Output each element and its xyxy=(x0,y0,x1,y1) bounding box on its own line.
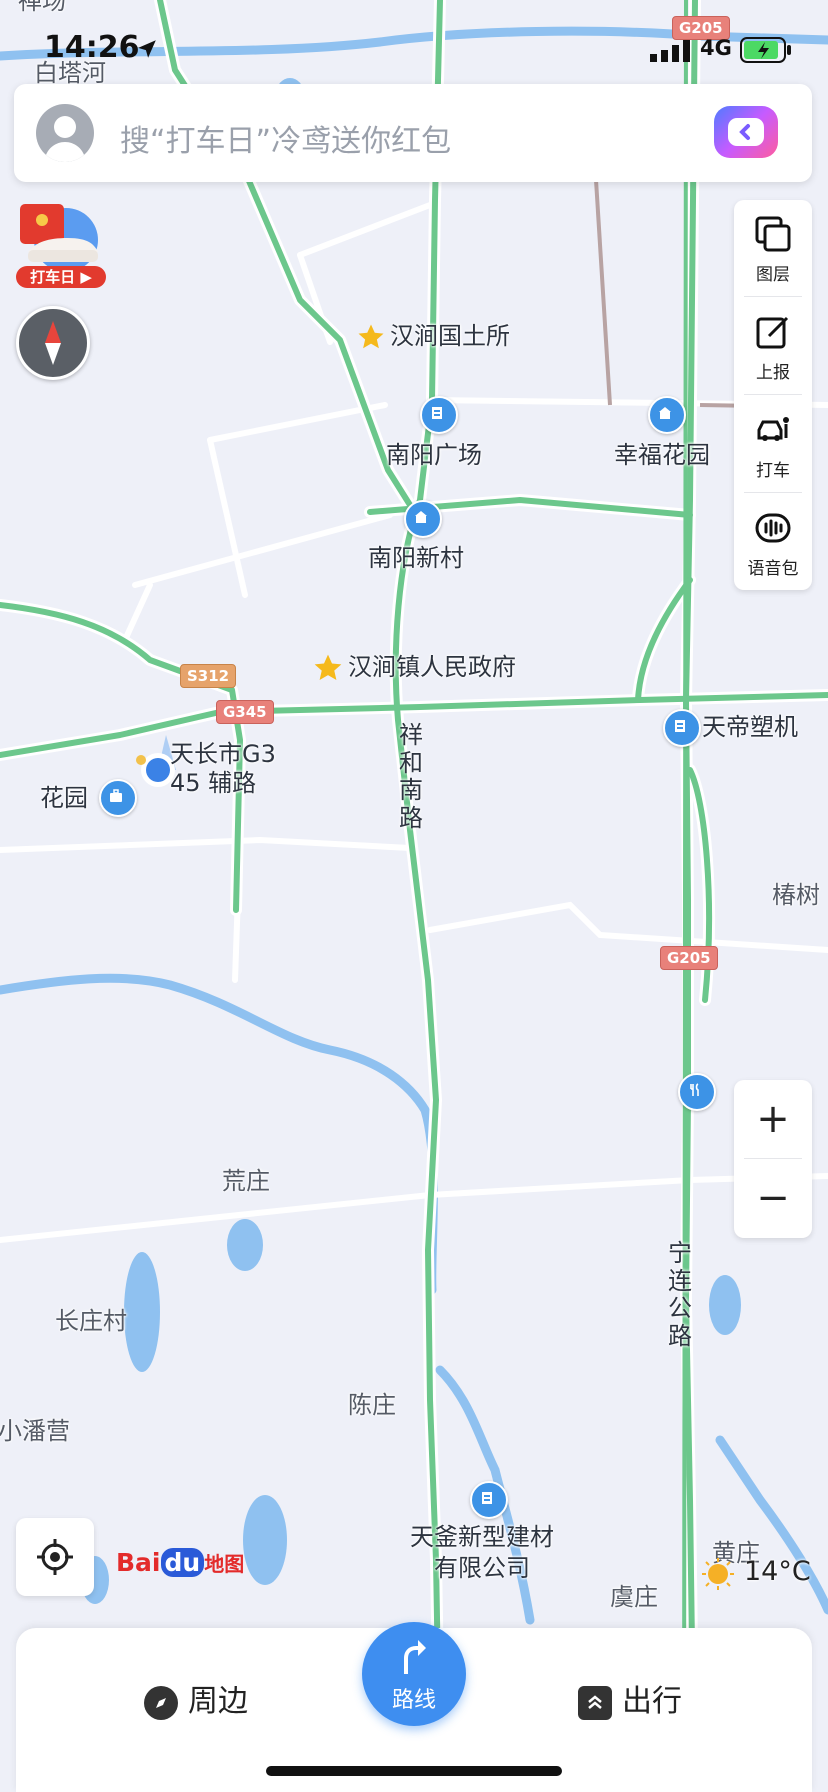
map-toolbar: 图层 上报 打车 语音包 xyxy=(734,200,812,590)
briefcase-icon[interactable] xyxy=(99,779,137,817)
zoom-in-button[interactable]: + xyxy=(734,1080,812,1158)
place-label-top-clip2: 禅场 xyxy=(18,0,66,15)
poi-building-icon[interactable] xyxy=(470,1481,508,1519)
poi-residence-icon[interactable] xyxy=(404,500,442,538)
voice-pack-icon xyxy=(755,513,791,543)
sun-icon xyxy=(702,1558,734,1590)
current-location-line1: 天长市G3 xyxy=(170,740,276,768)
layers-icon xyxy=(755,216,791,252)
poi-building-icon[interactable] xyxy=(663,709,701,747)
zoom-control: + − xyxy=(734,1080,812,1238)
tab-travel[interactable]: 出行 xyxy=(578,1676,682,1720)
route-button[interactable]: 路线 xyxy=(362,1622,466,1726)
poi-label-tianfu-company[interactable]: 天釜新型建材 有限公司 xyxy=(410,1522,554,1584)
poi-label-nanyang-square[interactable]: 南阳广场 xyxy=(386,440,482,470)
compass-button[interactable] xyxy=(16,306,90,380)
star-icon xyxy=(358,324,384,349)
poi-building-icon[interactable] xyxy=(420,396,458,434)
logo-part1: Bai xyxy=(116,1548,161,1577)
home-indicator[interactable] xyxy=(266,1766,562,1776)
locate-me-button[interactable] xyxy=(16,1518,94,1596)
poi-label-land-office[interactable]: 汉涧国土所 xyxy=(390,321,510,351)
current-location-line2: 45 辅路 xyxy=(170,768,257,797)
layers-button[interactable]: 图层 xyxy=(734,200,812,296)
baidu-map-logo: Bai du 地图 xyxy=(116,1548,244,1577)
logo-part2: du xyxy=(160,1548,205,1577)
poi-label-garden[interactable]: 花园 xyxy=(40,783,88,813)
voice-pack-label: 语音包 xyxy=(747,559,799,579)
company-line2: 有限公司 xyxy=(434,1554,530,1583)
taxi-day-promo[interactable]: 打车日 ▶ xyxy=(16,200,106,290)
current-location-label: 天长市G3 45 辅路 xyxy=(170,740,276,798)
logo-part3: 地图 xyxy=(204,1552,245,1576)
tab-nearby-label: 周边 xyxy=(188,1684,248,1719)
travel-icon xyxy=(578,1685,612,1720)
search-bar[interactable]: 搜“打车日”冷鸢送你红包 xyxy=(14,84,812,182)
avatar[interactable] xyxy=(36,104,94,162)
taxi-label: 打车 xyxy=(756,461,790,481)
highway-shield-s312: S312 xyxy=(180,664,237,688)
temperature: 14°C xyxy=(744,1556,811,1587)
highway-shield-g205: G205 xyxy=(660,946,718,970)
signal-icon xyxy=(650,40,690,62)
location-arrow-icon xyxy=(138,40,156,58)
taxi-icon xyxy=(757,417,789,441)
battery-icon xyxy=(740,37,791,63)
highway-shield-g345: G345 xyxy=(216,700,274,724)
poi-label-xingfu-garden[interactable]: 幸福花园 xyxy=(614,440,710,470)
report-label: 上报 xyxy=(756,363,790,383)
poi-label-nanyang-village[interactable]: 南阳新村 xyxy=(368,543,464,573)
promo-label: 打车日 ▶ xyxy=(16,266,106,288)
star-icon xyxy=(314,654,342,680)
route-arrow-icon xyxy=(404,1640,426,1674)
weather-widget[interactable]: 14°C xyxy=(700,1556,811,1596)
promo-text: 打车日 xyxy=(30,268,76,286)
report-button[interactable]: 上报 xyxy=(734,298,812,394)
poi-label-tiandi-machinery[interactable]: 天帝塑机 xyxy=(702,712,798,742)
taxi-button[interactable]: 打车 xyxy=(734,396,812,492)
place-label-chunshu: 椿树 xyxy=(772,881,820,909)
tab-nearby[interactable]: 周边 xyxy=(144,1676,248,1720)
tab-travel-label: 出行 xyxy=(622,1684,682,1719)
place-label-chenzhuang: 陈庄 xyxy=(348,1391,396,1419)
poi-label-town-government[interactable]: 汉涧镇人民政府 xyxy=(348,652,516,682)
layers-label: 图层 xyxy=(756,265,790,285)
voice-assistant-button[interactable] xyxy=(714,106,778,158)
voice-pack-button[interactable]: 语音包 xyxy=(734,494,812,590)
edit-icon xyxy=(756,316,789,349)
status-time: 14:26 xyxy=(44,30,140,65)
search-input[interactable]: 搜“打车日”冷鸢送你红包 xyxy=(120,116,451,160)
place-label-xiaopanying: 小潘营 xyxy=(0,1417,70,1445)
compass-icon xyxy=(144,1685,178,1720)
restaurant-icon[interactable] xyxy=(678,1073,716,1111)
network-type: 4G xyxy=(700,36,732,60)
place-label-huangzhuang-waste: 荒庄 xyxy=(222,1167,270,1195)
place-label-yuzhuang: 虞庄 xyxy=(610,1583,658,1611)
zoom-out-button[interactable]: − xyxy=(734,1159,812,1237)
road-label-ninglian: 宁连公路 xyxy=(668,1239,692,1350)
company-line1: 天釜新型建材 xyxy=(410,1523,554,1551)
place-label-changzhuang: 长庄村 xyxy=(55,1307,127,1335)
crosshair-icon xyxy=(37,1539,73,1575)
poi-building-icon[interactable] xyxy=(648,396,686,434)
route-button-label: 路线 xyxy=(391,1688,436,1713)
road-label-xianghe-south: 祥和南路 xyxy=(399,721,423,832)
